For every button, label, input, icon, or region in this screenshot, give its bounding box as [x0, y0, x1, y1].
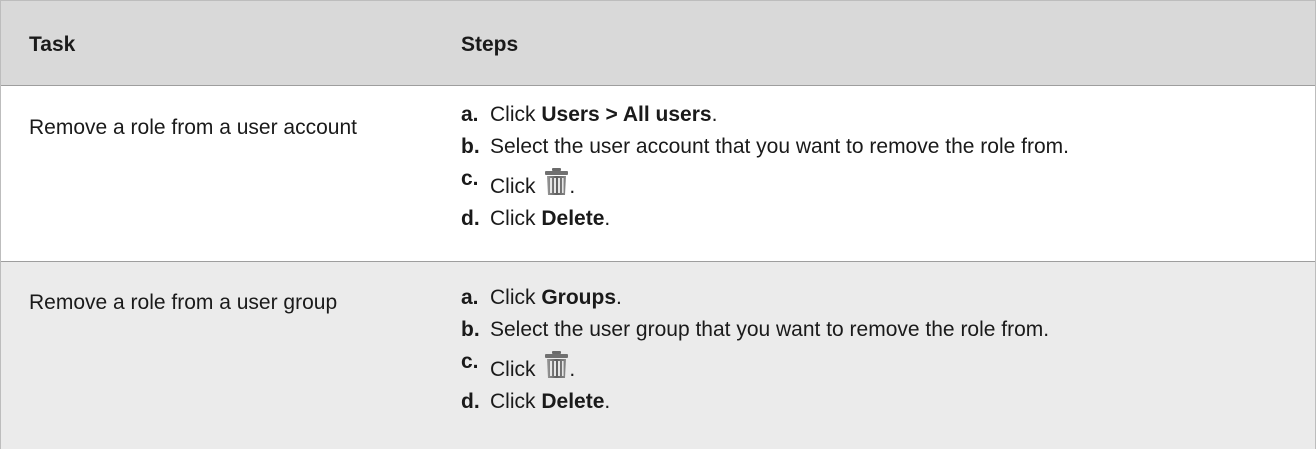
step-bold-text: Groups	[541, 286, 617, 309]
step-text: Click	[490, 358, 542, 381]
step-bold-text: Users > All users	[541, 103, 712, 126]
step-text: Click	[490, 286, 542, 309]
step-text: Select the user account that you want to…	[490, 135, 1069, 158]
step-punct: .	[604, 207, 611, 230]
step-item: a. Click Users > All users.	[461, 103, 1069, 127]
step-bold-text: Delete	[541, 207, 605, 230]
task-text: Remove a role from a user group	[29, 291, 338, 314]
step-letter: a.	[461, 103, 479, 126]
step-text: Click	[490, 207, 542, 230]
table-row: Remove a role from a user group a. Click…	[1, 262, 1315, 449]
header-cell-steps: Steps	[444, 1, 1315, 85]
step-letter: c.	[461, 167, 479, 190]
step-text: Click	[490, 175, 542, 198]
step-letter: d.	[461, 390, 480, 413]
header-cell-task: Task	[1, 1, 444, 85]
steps-list: a. Click Users > All users. b. Select th…	[461, 103, 1069, 239]
step-item: d. Click Delete.	[461, 390, 1049, 414]
step-letter: b.	[461, 135, 480, 158]
table-row: Remove a role from a user account a. Cli…	[1, 86, 1315, 262]
step-punct: .	[604, 390, 611, 413]
step-text: Click	[490, 103, 542, 126]
step-item: a. Click Groups.	[461, 286, 1049, 310]
trash-icon	[545, 168, 569, 195]
header-task-label: Task	[29, 33, 76, 56]
step-punct: .	[569, 358, 576, 381]
step-item: c. Click .	[461, 350, 1049, 382]
task-cell: Remove a role from a user group	[1, 262, 444, 449]
task-cell: Remove a role from a user account	[1, 86, 444, 261]
header-steps-label: Steps	[461, 33, 519, 56]
step-letter: d.	[461, 207, 480, 230]
step-punct: .	[711, 103, 718, 126]
step-item: b. Select the user group that you want t…	[461, 318, 1049, 342]
steps-cell: a. Click Users > All users. b. Select th…	[444, 86, 1315, 261]
step-bold-text: Delete	[541, 390, 605, 413]
table-header-row: Task Steps	[1, 0, 1315, 86]
task-text: Remove a role from a user account	[29, 116, 357, 139]
trash-icon	[545, 351, 569, 378]
step-item: c. Click .	[461, 167, 1069, 199]
steps-cell: a. Click Groups. b. Select the user grou…	[444, 262, 1315, 449]
steps-list: a. Click Groups. b. Select the user grou…	[461, 286, 1049, 422]
step-letter: a.	[461, 286, 479, 309]
step-text: Click	[490, 390, 542, 413]
step-text: Select the user group that you want to r…	[490, 318, 1050, 341]
step-letter: c.	[461, 350, 479, 373]
step-item: b. Select the user account that you want…	[461, 135, 1069, 159]
step-letter: b.	[461, 318, 480, 341]
step-item: d. Click Delete.	[461, 207, 1069, 231]
task-steps-table: Task Steps Remove a role from a user acc…	[0, 0, 1316, 449]
step-punct: .	[569, 175, 576, 198]
step-punct: .	[616, 286, 622, 309]
